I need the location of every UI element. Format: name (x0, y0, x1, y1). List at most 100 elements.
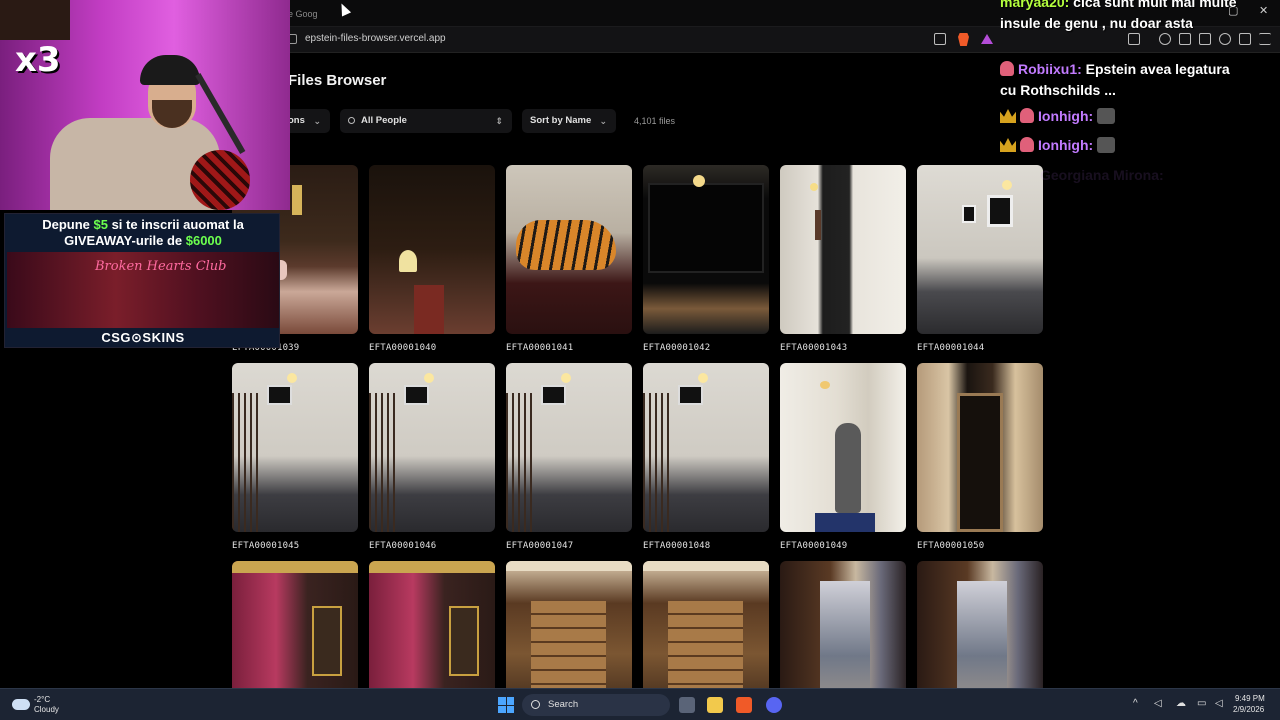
file-label: EFTA00001040 (369, 343, 437, 353)
viewer-avatar (0, 0, 70, 40)
weather-desc[interactable]: Cloudy (34, 705, 59, 714)
file-thumbnail[interactable] (780, 165, 906, 334)
file-card[interactable]: EFTA00001041 (506, 165, 632, 353)
page-title: Files Browser (288, 72, 387, 89)
brave-browser-icon[interactable] (736, 697, 752, 713)
emote-icon (1097, 108, 1116, 124)
file-card[interactable]: EFTA00001049 (780, 363, 906, 551)
file-explorer-icon[interactable] (707, 697, 723, 713)
file-card[interactable]: EFTA00001042 (643, 165, 769, 353)
thumbnail-detail (561, 373, 571, 383)
thumbnail-detail (312, 606, 342, 676)
cloud-icon[interactable] (12, 699, 30, 710)
file-thumbnail[interactable] (643, 165, 769, 334)
chat-username: Ionhigh: (1038, 137, 1094, 153)
thumbnail-detail (815, 513, 875, 532)
thumbnail-detail (292, 185, 302, 215)
file-thumbnail[interactable] (506, 363, 632, 532)
speaker-icon[interactable]: ◁ (1154, 698, 1162, 709)
multiplier-badge: x3 (15, 40, 61, 80)
file-card[interactable]: EFTA00001040 (369, 165, 495, 353)
thumbnail-detail (648, 183, 764, 273)
thumbnail-detail (678, 385, 703, 405)
start-button[interactable] (498, 697, 514, 713)
thumbnail-detail (516, 220, 616, 270)
thumbnail-detail (232, 393, 262, 532)
chevron-down-icon: ⌄ (313, 116, 321, 126)
file-thumbnail[interactable] (232, 363, 358, 532)
file-grid: EFTA00001039 EFTA00001040 EFTA00001041 EFTA… (232, 165, 1043, 720)
chat-message: Robiixu1: Epstein avea legatura cu Roths… (1000, 59, 1245, 101)
chat-message: Georgiana Mirona: (1040, 165, 1164, 186)
search-icon (531, 700, 540, 709)
chat-username: Ionhigh: (1038, 108, 1094, 124)
file-label: EFTA00001045 (232, 541, 300, 551)
thumbnail-detail (232, 561, 358, 573)
chat-username: Georgiana Mirona: (1040, 167, 1164, 183)
people-filter[interactable]: All People ⇕ (340, 109, 512, 133)
file-thumbnail[interactable] (369, 363, 495, 532)
file-card[interactable]: EFTA00001046 (369, 363, 495, 551)
clock-date[interactable]: 2/9/2026 (1233, 705, 1264, 714)
file-label: EFTA00001043 (780, 343, 848, 353)
file-label: EFTA00001047 (506, 541, 574, 551)
thumbnail-detail (506, 393, 536, 532)
search-label: Search (548, 699, 579, 710)
thumbnail-detail (962, 205, 976, 223)
sort-select[interactable]: Sort by Name ⌄ (522, 109, 616, 133)
network-icon[interactable]: ▭ (1197, 698, 1206, 709)
emote-icon (1097, 137, 1116, 153)
promo-text: si te inscrii auomat la (107, 217, 244, 232)
thumbnail-detail (414, 285, 444, 334)
promo-line-2: GIVEAWAY-urile de $6000 (5, 233, 281, 248)
person-icon (348, 117, 355, 124)
file-label: EFTA00001044 (917, 343, 985, 353)
thumbnail-detail (698, 373, 708, 383)
thumbnail-detail (449, 606, 479, 676)
thumbnail-detail (957, 393, 1003, 532)
discord-icon[interactable] (766, 697, 782, 713)
neon-sign: Broken Hearts Club (95, 259, 227, 274)
promo-line-1: Depune $5 si te inscrii auomat la (5, 217, 281, 232)
chat-username: Robiixu1: (1018, 61, 1082, 77)
file-card[interactable]: EFTA00001048 (643, 363, 769, 551)
taskbar-search[interactable]: Search (522, 694, 670, 716)
thumbnail-detail (506, 561, 632, 571)
chat-message: Ionhigh: (1000, 106, 1116, 127)
file-thumbnail[interactable] (780, 363, 906, 532)
promo-text: Depune (42, 217, 94, 232)
rewards-icon[interactable] (981, 34, 993, 44)
file-thumbnail[interactable] (643, 363, 769, 532)
file-thumbnail[interactable] (917, 363, 1043, 532)
file-label: EFTA00001041 (506, 343, 574, 353)
clock-time[interactable]: 9:49 PM (1235, 694, 1265, 703)
share-icon[interactable] (934, 33, 946, 45)
file-thumbnail[interactable] (369, 165, 495, 334)
file-card[interactable]: EFTA00001050 (917, 363, 1043, 551)
sort-label: Sort by Name (530, 115, 592, 126)
thumbnail-detail (287, 373, 297, 383)
file-card[interactable]: EFTA00001045 (232, 363, 358, 551)
chat-username: maryaa20: (1000, 0, 1070, 10)
task-view-icon[interactable] (679, 697, 695, 713)
onedrive-icon[interactable]: ☁ (1176, 698, 1186, 709)
url-text[interactable]: epstein-files-browser.vercel.app (305, 33, 446, 44)
file-card[interactable]: EFTA00001043 (780, 165, 906, 353)
stream-chat: maryaa20: cica sunt mult mai multe insul… (995, 0, 1280, 200)
brave-shields-icon[interactable] (958, 33, 969, 46)
thumbnail-detail (267, 385, 292, 405)
headphones-icon (140, 55, 200, 85)
thumbnail-detail (693, 175, 705, 187)
chevron-up-icon[interactable]: ^ (1133, 698, 1138, 709)
sponsor-logo: CSG⊙SKINS (101, 330, 185, 345)
promo-amount: $5 (93, 217, 108, 232)
file-label: EFTA00001048 (643, 541, 711, 551)
people-filter-label: All People (361, 115, 407, 126)
volume-icon[interactable]: ◁ (1215, 698, 1223, 709)
promo-amount: $6000 (185, 233, 222, 248)
thumbnail-detail (404, 385, 429, 405)
file-thumbnail[interactable] (506, 165, 632, 334)
thumbnail-detail (541, 385, 566, 405)
weather-temp[interactable]: -2°C (34, 695, 50, 704)
file-card[interactable]: EFTA00001047 (506, 363, 632, 551)
